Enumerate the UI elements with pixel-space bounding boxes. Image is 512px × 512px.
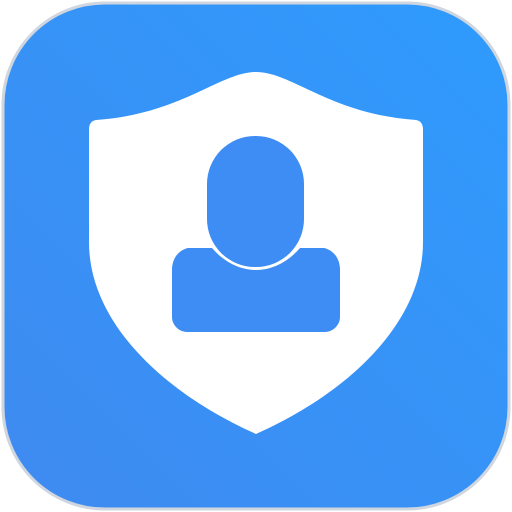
- app-icon-canvas: [0, 0, 512, 512]
- shield-user-icon[interactable]: [0, 0, 512, 512]
- app-icon-graphic: [1, 1, 511, 511]
- user-head-shape: [207, 136, 304, 267]
